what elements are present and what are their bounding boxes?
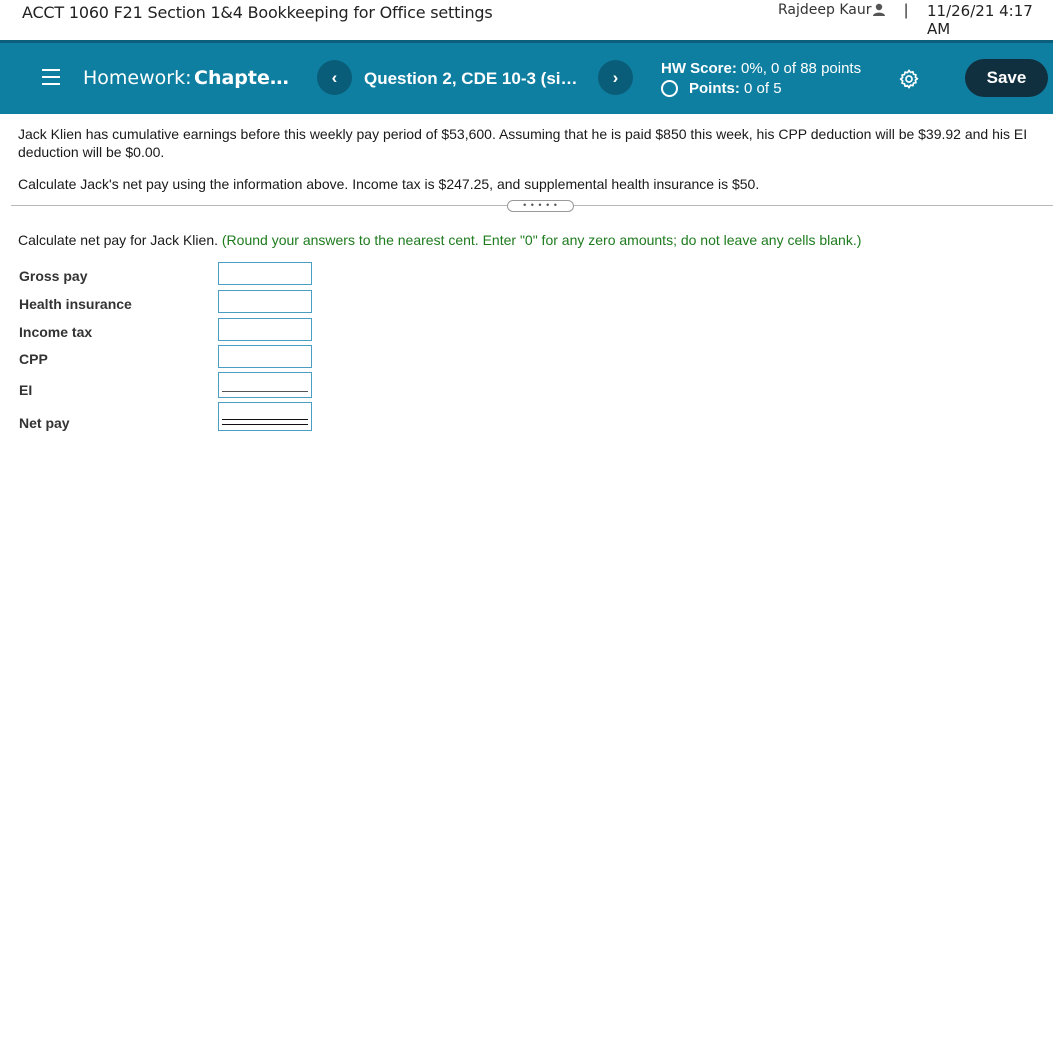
income-tax-label: Income tax <box>19 324 93 340</box>
previous-question-button[interactable]: ‹ <box>317 60 352 95</box>
save-button[interactable]: Save <box>965 59 1048 97</box>
datetime: 11/26/21 4:17 AM <box>927 2 1033 38</box>
hw-score: HW Score: 0%, 0 of 88 points <box>661 60 861 77</box>
menu-icon[interactable] <box>42 69 60 85</box>
cpp-input[interactable] <box>218 345 312 368</box>
hw-score-value: 0%, 0 of 88 points <box>741 60 862 77</box>
gross-pay-label: Gross pay <box>19 268 88 284</box>
points-label: Points: <box>689 80 740 97</box>
income-tax-input[interactable] <box>218 318 312 341</box>
gross-pay-input[interactable] <box>218 262 312 285</box>
net-pay-label: Net pay <box>19 415 70 431</box>
user-icon[interactable] <box>872 3 886 17</box>
user-name[interactable]: Rajdeep Kaur <box>778 2 871 18</box>
question-paragraph-2: Calculate Jack's net pay using the infor… <box>18 176 760 192</box>
resize-handle[interactable]: • • • • • <box>507 200 574 212</box>
health-insurance-input[interactable] <box>218 290 312 313</box>
ei-label: EI <box>19 382 33 398</box>
instruction-note: (Round your answers to the nearest cent.… <box>221 232 862 248</box>
ei-input[interactable] <box>218 372 312 398</box>
next-question-button[interactable]: › <box>598 60 633 95</box>
homework-navbar: Homework: Chapter 1... ‹ Question 2, CDE… <box>0 40 1053 114</box>
status-circle-icon <box>661 80 678 97</box>
net-pay-input[interactable] <box>218 402 312 431</box>
points-value: 0 of 5 <box>744 80 782 97</box>
question-paragraph-1: Jack Klien has cumulative earnings befor… <box>18 126 1028 160</box>
question-title[interactable]: Question 2, CDE 10-3 (sim... <box>364 69 586 89</box>
health-insurance-label: Health insurance <box>19 296 132 312</box>
points-status: Points: 0 of 5 <box>661 80 782 97</box>
top-header: ACCT 1060 F21 Section 1&4 Bookkeeping fo… <box>0 0 1053 40</box>
instruction: Calculate net pay for Jack Klien. (Round… <box>18 232 861 248</box>
instruction-text: Calculate net pay for Jack Klien. <box>18 232 218 248</box>
homework-name[interactable]: Chapter 1... <box>194 67 298 89</box>
course-title: ACCT 1060 F21 Section 1&4 Bookkeeping fo… <box>22 3 493 22</box>
homework-label: Homework: <box>83 67 192 89</box>
gear-icon[interactable] <box>898 68 920 90</box>
hw-score-label: HW Score: <box>661 60 737 77</box>
cpp-label: CPP <box>19 351 48 367</box>
header-separator: | <box>904 2 909 19</box>
